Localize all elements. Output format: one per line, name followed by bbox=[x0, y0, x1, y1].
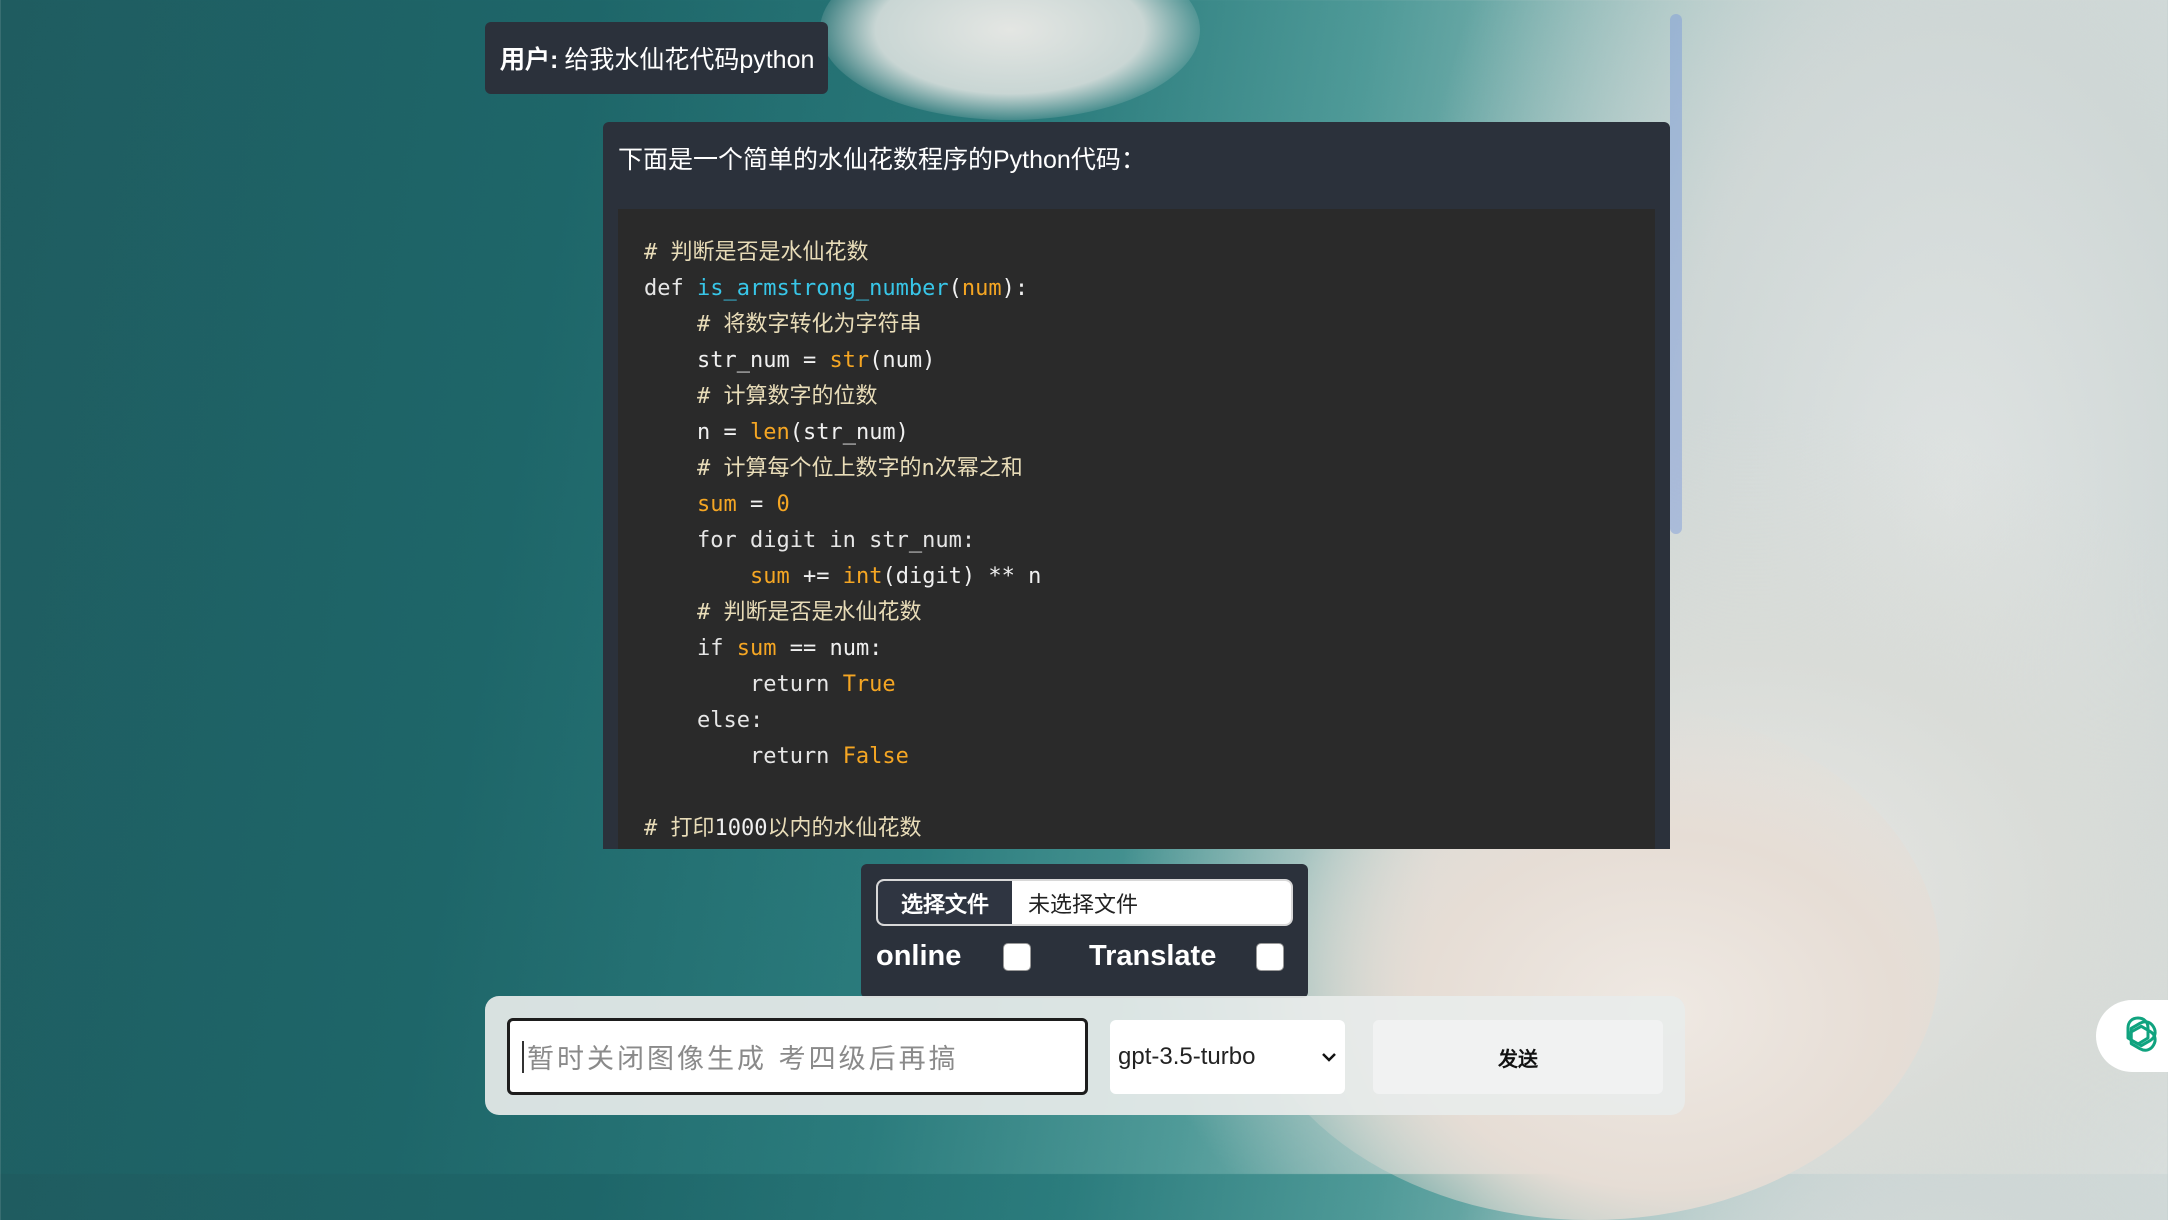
file-input[interactable]: 选择文件 未选择文件 bbox=[876, 879, 1293, 926]
code-token: if bbox=[644, 636, 737, 661]
code-token: = bbox=[736, 492, 777, 517]
assistant-message: 下面是一个简单的水仙花数程序的Python代码： # 判断是否是水仙花数 def … bbox=[603, 122, 1670, 849]
chevron-down-icon bbox=[1322, 1053, 1336, 1062]
code-token: += bbox=[789, 564, 843, 589]
code-token: def bbox=[644, 276, 697, 301]
code-token: ): bbox=[1001, 276, 1029, 301]
code-token: str_num = bbox=[644, 348, 830, 373]
code-line: # 判断是否是水仙花数 bbox=[644, 235, 1655, 271]
model-selected-value: gpt-3.5-turbo bbox=[1118, 1043, 1256, 1070]
user-message: 用户: 给我水仙花代码python bbox=[485, 22, 828, 94]
code-line: return False bbox=[644, 739, 1655, 775]
openai-logo-icon bbox=[2126, 1016, 2157, 1052]
composer-bar: 暂时关闭图像生成 考四级后再搞 gpt-3.5-turbo 发送 bbox=[485, 996, 1685, 1115]
code-line: else: bbox=[644, 703, 1655, 739]
code-token: 0 bbox=[776, 492, 790, 517]
code-token: for digit in str_num: bbox=[644, 528, 976, 553]
message-input-placeholder: 暂时关闭图像生成 考四级后再搞 bbox=[527, 1044, 959, 1075]
code-line: # 计算每个位上数字的n次幂之和 bbox=[644, 451, 1655, 487]
code-token: # 判断是否是水仙花数 bbox=[644, 600, 922, 625]
code-line: # 计算数字的位数 bbox=[644, 379, 1655, 415]
code-line: sum += int(digit) ** n bbox=[644, 559, 1655, 595]
code-token: else: bbox=[644, 708, 764, 733]
code-token: is_armstrong_number bbox=[696, 276, 949, 301]
upload-panel: 选择文件 未选择文件 online Translate bbox=[861, 864, 1308, 998]
online-option: online bbox=[876, 940, 1032, 973]
model-select[interactable]: gpt-3.5-turbo bbox=[1110, 1020, 1345, 1094]
code-token: == num: bbox=[776, 636, 883, 661]
code-token: sum bbox=[749, 564, 790, 589]
message-input[interactable]: 暂时关闭图像生成 考四级后再搞 bbox=[507, 1018, 1088, 1095]
choose-file-button[interactable]: 选择文件 bbox=[878, 881, 1012, 924]
user-speaker-label: 用户: bbox=[500, 46, 559, 74]
openai-floating-button[interactable] bbox=[2096, 1000, 2168, 1072]
code-token: # 判断是否是水仙花数 bbox=[644, 240, 869, 265]
code-line: # 打印1000以内的水仙花数 bbox=[644, 811, 1655, 847]
code-token: n = bbox=[644, 420, 750, 445]
translate-checkbox[interactable] bbox=[1256, 942, 1285, 971]
code-token: sum bbox=[696, 492, 737, 517]
code-line: for digit in str_num: bbox=[644, 523, 1655, 559]
code-token: return bbox=[644, 672, 843, 697]
code-token: True bbox=[842, 672, 896, 697]
code-token: ( bbox=[948, 276, 962, 301]
code-line: if sum == num: bbox=[644, 631, 1655, 667]
code-line: # 判断是否是水仙花数 bbox=[644, 595, 1655, 631]
code-token: # 将数字转化为字符串 bbox=[644, 312, 922, 337]
code-token: str bbox=[829, 348, 870, 373]
background-shore-top bbox=[820, 0, 1200, 120]
code-token: (digit) ** n bbox=[882, 564, 1042, 589]
code-token: False bbox=[842, 744, 909, 769]
code-line: sum = 0 bbox=[644, 487, 1655, 523]
code-line: n = len(str_num) bbox=[644, 415, 1655, 451]
online-label: online bbox=[876, 940, 962, 972]
code-token: 1000 bbox=[714, 816, 768, 841]
code-token: # 打印 bbox=[644, 816, 715, 841]
code-block: # 判断是否是水仙花数 def is_armstrong_number(num):… bbox=[618, 209, 1655, 849]
code-token: (str_num) bbox=[789, 420, 909, 445]
code-token: num bbox=[961, 276, 1002, 301]
assistant-intro-text: 下面是一个简单的水仙花数程序的Python代码： bbox=[618, 146, 1146, 174]
file-status-text: 未选择文件 bbox=[1028, 891, 1139, 917]
code-token: len bbox=[749, 420, 790, 445]
code-token: return bbox=[644, 744, 843, 769]
code-line: # 将数字转化为字符串 bbox=[644, 307, 1655, 343]
code-line: def is_armstrong_number(num): bbox=[644, 271, 1655, 307]
code-token: 以内的水仙花数 bbox=[767, 816, 922, 841]
code-token: sum bbox=[736, 636, 777, 661]
user-message-text: 给我水仙花代码python bbox=[564, 46, 815, 74]
code-token: (num) bbox=[869, 348, 936, 373]
chat-scrollbar[interactable] bbox=[1670, 14, 1682, 534]
code-token: # 计算数字的位数 bbox=[644, 384, 878, 409]
online-checkbox[interactable] bbox=[1003, 942, 1032, 971]
text-caret bbox=[522, 1040, 524, 1073]
send-button[interactable]: 发送 bbox=[1373, 1020, 1663, 1094]
code-line: return True bbox=[644, 667, 1655, 703]
code-token: # 计算每个位上数字的n次幂之和 bbox=[644, 456, 1023, 481]
code-token: int bbox=[842, 564, 883, 589]
translate-label: Translate bbox=[1089, 940, 1217, 972]
translate-option: Translate bbox=[1089, 940, 1285, 973]
code-line: str_num = str(num) bbox=[644, 343, 1655, 379]
